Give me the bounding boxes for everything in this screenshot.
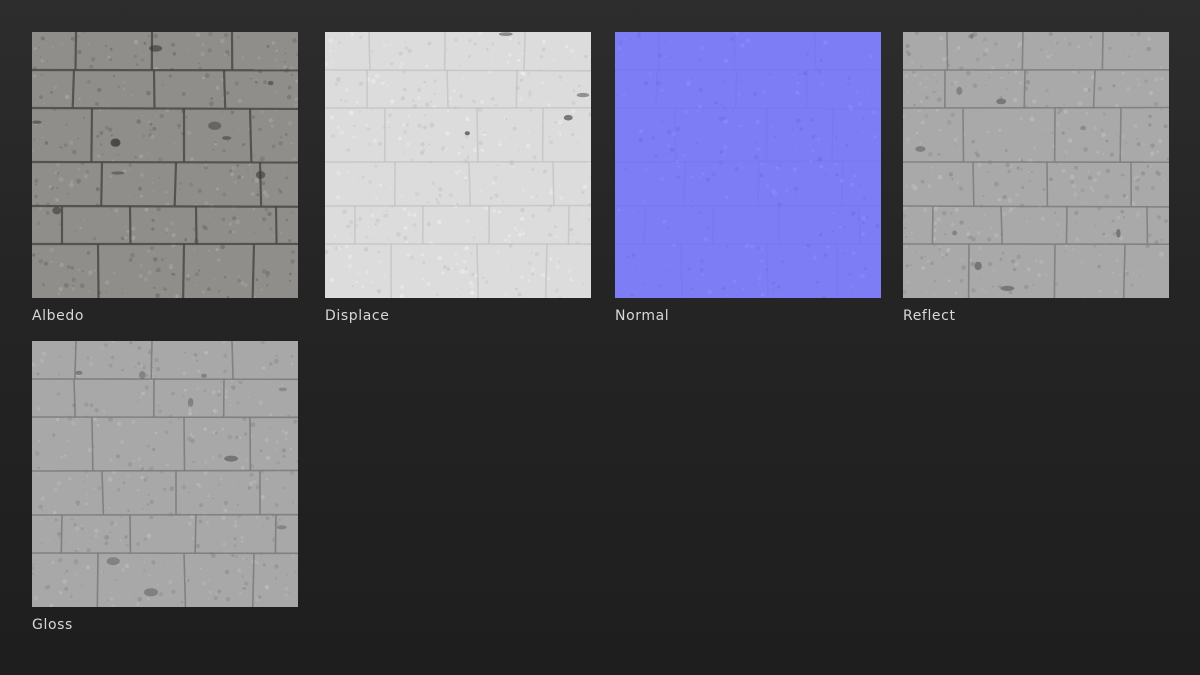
map-label-normal: Normal: [615, 308, 670, 324]
normal-texture-image: [615, 32, 881, 298]
gloss-texture-image: [32, 341, 298, 607]
gloss-texture-thumbnail[interactable]: [32, 341, 298, 607]
displace-texture-image: [325, 32, 591, 298]
reflect-texture-thumbnail[interactable]: [903, 32, 1169, 298]
map-card-gloss[interactable]: Gloss: [32, 341, 298, 633]
albedo-texture-image: [32, 32, 298, 298]
displace-texture-thumbnail[interactable]: [325, 32, 591, 298]
map-card-normal[interactable]: Normal: [615, 32, 881, 324]
reflect-texture-image: [903, 32, 1169, 298]
map-card-reflect[interactable]: Reflect: [903, 32, 1169, 324]
map-card-displace[interactable]: Displace: [325, 32, 591, 324]
albedo-texture-thumbnail[interactable]: [32, 32, 298, 298]
map-label-gloss: Gloss: [32, 617, 73, 633]
normal-texture-thumbnail[interactable]: [615, 32, 881, 298]
map-card-albedo[interactable]: Albedo: [32, 32, 298, 324]
map-label-displace: Displace: [325, 308, 390, 324]
map-label-albedo: Albedo: [32, 308, 85, 324]
map-label-reflect: Reflect: [903, 308, 956, 324]
